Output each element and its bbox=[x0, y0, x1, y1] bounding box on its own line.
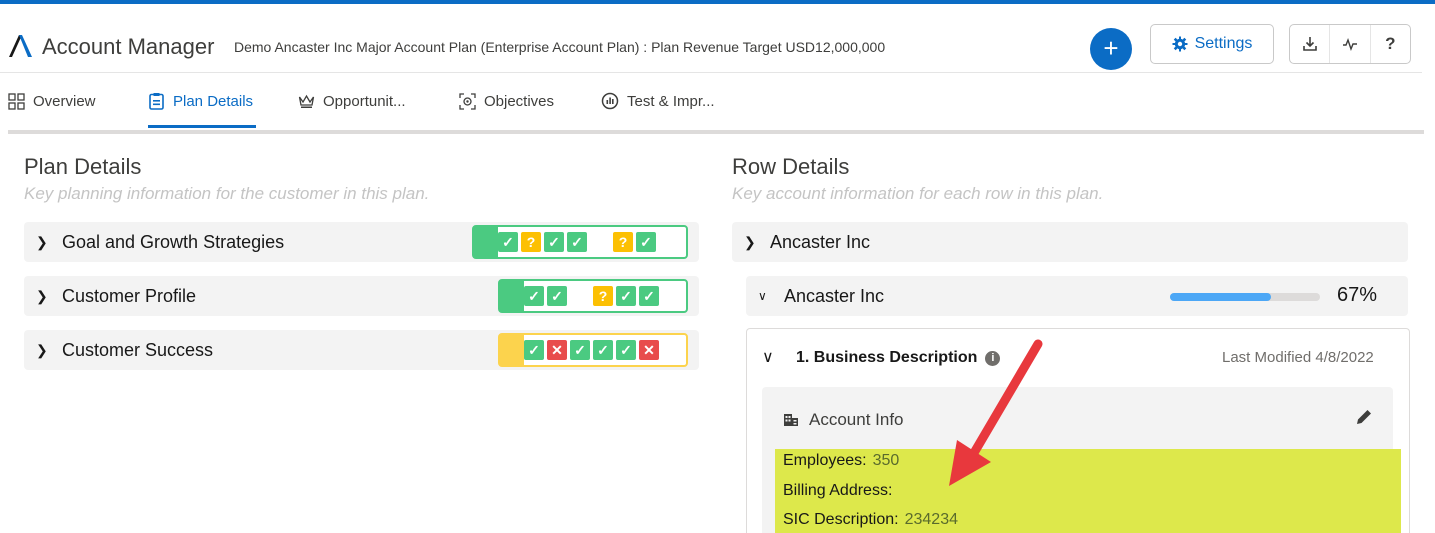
settings-label: Settings bbox=[1194, 35, 1253, 52]
annotation-arrow-icon bbox=[949, 339, 1043, 486]
tabs-divider bbox=[8, 130, 1424, 134]
status-check: ✓ bbox=[524, 340, 544, 360]
help-button[interactable]: ? bbox=[1371, 25, 1410, 63]
status-question: ? bbox=[521, 232, 541, 252]
progress-fill bbox=[1170, 293, 1271, 301]
field-value: 234234 bbox=[904, 511, 958, 528]
status-empty bbox=[590, 232, 610, 252]
status-check: ✓ bbox=[593, 340, 613, 360]
plan-details-subtitle: Key planning information for the custome… bbox=[24, 184, 430, 203]
status-strip-customer-profile: ✓ ✓ ? ✓ ✓ bbox=[498, 279, 688, 313]
tab-opportunities[interactable]: Opportunit... bbox=[298, 90, 406, 112]
plan-item-label: Customer Success bbox=[62, 339, 214, 360]
download-button[interactable] bbox=[1290, 25, 1331, 63]
tab-plan-details[interactable]: Plan Details bbox=[148, 90, 253, 112]
status-check: ✓ bbox=[567, 232, 587, 252]
settings-button[interactable]: Settings bbox=[1150, 24, 1274, 64]
row-item-collapsed[interactable]: ❯ Ancaster Inc bbox=[732, 222, 1408, 262]
account-info-title: Account Info bbox=[809, 410, 904, 429]
app-name: Account Manager bbox=[42, 34, 215, 59]
tab-bar: Overview Plan Details Opportunit... Obje… bbox=[0, 82, 1422, 128]
row-item-label: Ancaster Inc bbox=[770, 231, 871, 252]
status-strip-customer-success: ✓ ✕ ✓ ✓ ✓ ✕ bbox=[498, 333, 688, 367]
status-check: ✓ bbox=[544, 232, 564, 252]
active-tab-indicator bbox=[148, 125, 256, 128]
clipboard-icon bbox=[149, 93, 164, 110]
field-label: SIC Description: bbox=[783, 511, 899, 528]
crown-icon bbox=[298, 94, 315, 108]
status-check: ✓ bbox=[636, 232, 656, 252]
status-check: ✓ bbox=[524, 286, 544, 306]
chevron-right-icon: ❯ bbox=[744, 233, 756, 250]
plan-item-label: Goal and Growth Strategies bbox=[62, 231, 285, 252]
row-item-label: Ancaster Inc bbox=[784, 285, 885, 306]
row-details-subtitle: Key account information for each row in … bbox=[732, 184, 1104, 203]
status-cross: ✕ bbox=[639, 340, 659, 360]
status-check: ✓ bbox=[616, 340, 636, 360]
field-label: Employees: bbox=[783, 452, 867, 469]
header-divider bbox=[0, 72, 1422, 73]
chevron-right-icon: ❯ bbox=[36, 287, 48, 304]
status-check: ✓ bbox=[570, 340, 590, 360]
chevron-right-icon: ❯ bbox=[36, 341, 48, 358]
chevron-down-icon[interactable]: ∨ bbox=[762, 347, 774, 367]
status-check: ✓ bbox=[547, 286, 567, 306]
status-check: ✓ bbox=[616, 286, 636, 306]
app-header: Account Manager Demo Ancaster Inc Major … bbox=[0, 4, 1435, 72]
last-modified: Last Modified 4/8/2022 bbox=[1222, 349, 1374, 366]
chevron-down-icon: ∨ bbox=[758, 289, 767, 303]
plan-details-title: Plan Details bbox=[24, 154, 142, 179]
tab-test-improve[interactable]: Test & Impr... bbox=[601, 90, 715, 112]
status-check: ✓ bbox=[498, 232, 518, 252]
chevron-right-icon: ❯ bbox=[36, 233, 48, 250]
building-icon bbox=[784, 414, 798, 426]
status-empty bbox=[570, 286, 590, 306]
app-logo-icon bbox=[9, 35, 32, 57]
field-value: 350 bbox=[872, 452, 900, 469]
target-icon bbox=[459, 92, 476, 110]
grid-icon bbox=[8, 92, 25, 110]
tab-label: Opportunit... bbox=[323, 92, 406, 110]
field-sic-description: SIC Description: 234234 bbox=[783, 511, 958, 529]
plan-title: Demo Ancaster Inc Major Account Plan (En… bbox=[234, 39, 886, 55]
tab-label: Plan Details bbox=[173, 92, 254, 110]
field-employees: Employees: 350 bbox=[783, 452, 899, 470]
gear-icon bbox=[1172, 36, 1188, 52]
tab-label: Test & Impr... bbox=[627, 92, 715, 110]
tab-label: Objectives bbox=[484, 92, 555, 110]
account-info-header: Account Info bbox=[783, 410, 904, 430]
pulse-icon bbox=[1342, 37, 1357, 52]
row-details-title: Row Details bbox=[732, 154, 850, 179]
tab-overview[interactable]: Overview bbox=[8, 90, 96, 112]
status-check: ✓ bbox=[639, 286, 659, 306]
progress-bar bbox=[1170, 293, 1320, 301]
field-billing-address: Billing Address: bbox=[783, 482, 898, 500]
add-button[interactable]: + bbox=[1090, 28, 1132, 70]
tab-objectives[interactable]: Objectives bbox=[459, 90, 554, 112]
plan-item-label: Customer Profile bbox=[62, 285, 197, 306]
activity-button[interactable] bbox=[1330, 25, 1371, 63]
field-label: Billing Address: bbox=[783, 482, 893, 499]
utility-button-group: ? bbox=[1289, 24, 1411, 64]
download-icon bbox=[1302, 37, 1317, 51]
edit-pencil-icon[interactable] bbox=[1353, 406, 1375, 428]
chart-circle-icon bbox=[601, 92, 619, 110]
status-strip-goal-growth: ✓ ? ✓ ✓ ? ✓ bbox=[472, 225, 688, 259]
tab-label: Overview bbox=[33, 92, 96, 110]
progress-label: 67% bbox=[1337, 284, 1378, 306]
status-cross: ✕ bbox=[547, 340, 567, 360]
status-question: ? bbox=[593, 286, 613, 306]
status-question: ? bbox=[613, 232, 633, 252]
